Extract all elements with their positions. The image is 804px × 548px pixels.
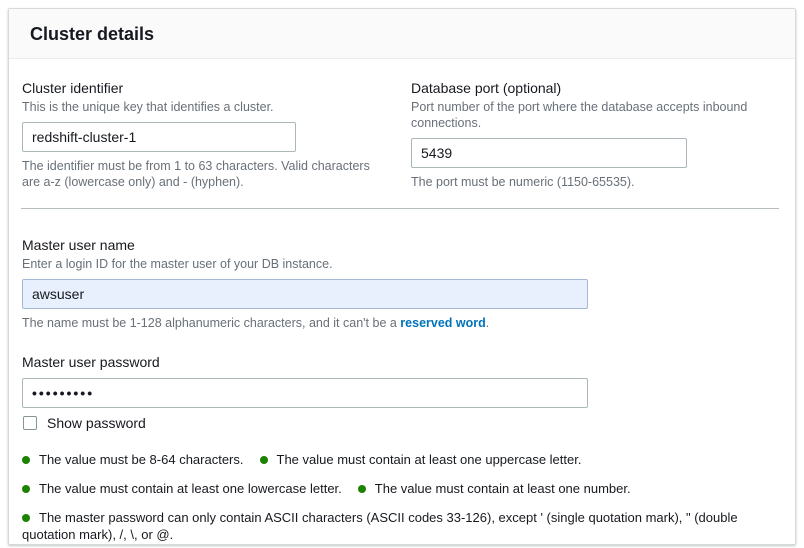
password-rule-text: The value must contain at least one uppe… bbox=[276, 452, 582, 467]
cluster-identifier-description: This is the unique key that identifies a… bbox=[22, 100, 274, 114]
master-user-password-input[interactable] bbox=[22, 378, 588, 408]
password-rule-row: The master password can only contain ASC… bbox=[22, 509, 778, 543]
database-port-label: Database port (optional) bbox=[411, 80, 562, 96]
cluster-identifier-input[interactable] bbox=[22, 122, 296, 152]
database-port-field: Database port (optional) Port number of … bbox=[411, 79, 775, 190]
cluster-details-card: Cluster details Cluster identifier This … bbox=[8, 8, 796, 545]
page-title: Cluster details bbox=[30, 24, 155, 44]
green-bullet-icon bbox=[22, 485, 30, 493]
master-user-name-description: Enter a login ID for the master user of … bbox=[22, 257, 333, 271]
password-rule: The value must contain at least one lowe… bbox=[22, 481, 342, 496]
show-password-checkbox[interactable] bbox=[23, 416, 37, 430]
cluster-identifier-constraint: The identifier must be from 1 to 63 char… bbox=[22, 159, 370, 189]
master-user-password-label: Master user password bbox=[22, 354, 160, 370]
database-port-constraint: The port must be numeric (1150-65535). bbox=[411, 175, 635, 189]
master-user-name-input[interactable] bbox=[22, 279, 588, 309]
card-header: Cluster details bbox=[9, 9, 795, 59]
master-user-name-label: Master user name bbox=[22, 237, 135, 253]
master-user-password-field: Master user password Show password bbox=[22, 353, 775, 431]
password-rule-text: The value must contain at least one numb… bbox=[374, 481, 631, 496]
password-rule-row: The value must contain at least one lowe… bbox=[22, 480, 778, 497]
cluster-identifier-field: Cluster identifier This is the unique ke… bbox=[22, 79, 411, 190]
master-user-section: Master user name Enter a login ID for th… bbox=[9, 209, 795, 544]
green-bullet-icon bbox=[259, 456, 268, 464]
password-rule-text: The value must contain at least one lowe… bbox=[39, 481, 342, 496]
identifier-port-section: Cluster identifier This is the unique ke… bbox=[9, 59, 795, 190]
green-bullet-icon bbox=[357, 485, 366, 493]
show-password-label: Show password bbox=[47, 415, 146, 431]
constraint-text-prefix: The name must be 1-128 alphanumeric char… bbox=[22, 316, 401, 330]
reserved-word-link[interactable]: reserved word bbox=[400, 316, 485, 330]
password-rule-text: The value must be 8-64 characters. bbox=[39, 452, 244, 467]
database-port-description: Port number of the port where the databa… bbox=[411, 100, 748, 130]
show-password-row: Show password bbox=[22, 415, 775, 431]
password-rule: The value must contain at least one numb… bbox=[357, 481, 631, 496]
master-user-name-field: Master user name Enter a login ID for th… bbox=[22, 236, 775, 331]
password-rule-row: The value must be 8-64 characters. The va… bbox=[22, 451, 778, 468]
green-bullet-icon bbox=[22, 514, 30, 522]
password-rule: The master password can only contain ASC… bbox=[22, 510, 738, 542]
master-user-name-constraint: The name must be 1-128 alphanumeric char… bbox=[22, 315, 775, 331]
database-port-input[interactable] bbox=[411, 138, 687, 168]
green-bullet-icon bbox=[22, 456, 30, 464]
password-rule-text: The master password can only contain ASC… bbox=[22, 510, 738, 542]
cluster-identifier-label: Cluster identifier bbox=[22, 80, 124, 96]
password-rule: The value must be 8-64 characters. bbox=[22, 452, 244, 467]
password-rule: The value must contain at least one uppe… bbox=[259, 452, 582, 467]
constraint-text-suffix: . bbox=[485, 316, 490, 330]
password-rules: The value must be 8-64 characters. The va… bbox=[22, 451, 778, 543]
